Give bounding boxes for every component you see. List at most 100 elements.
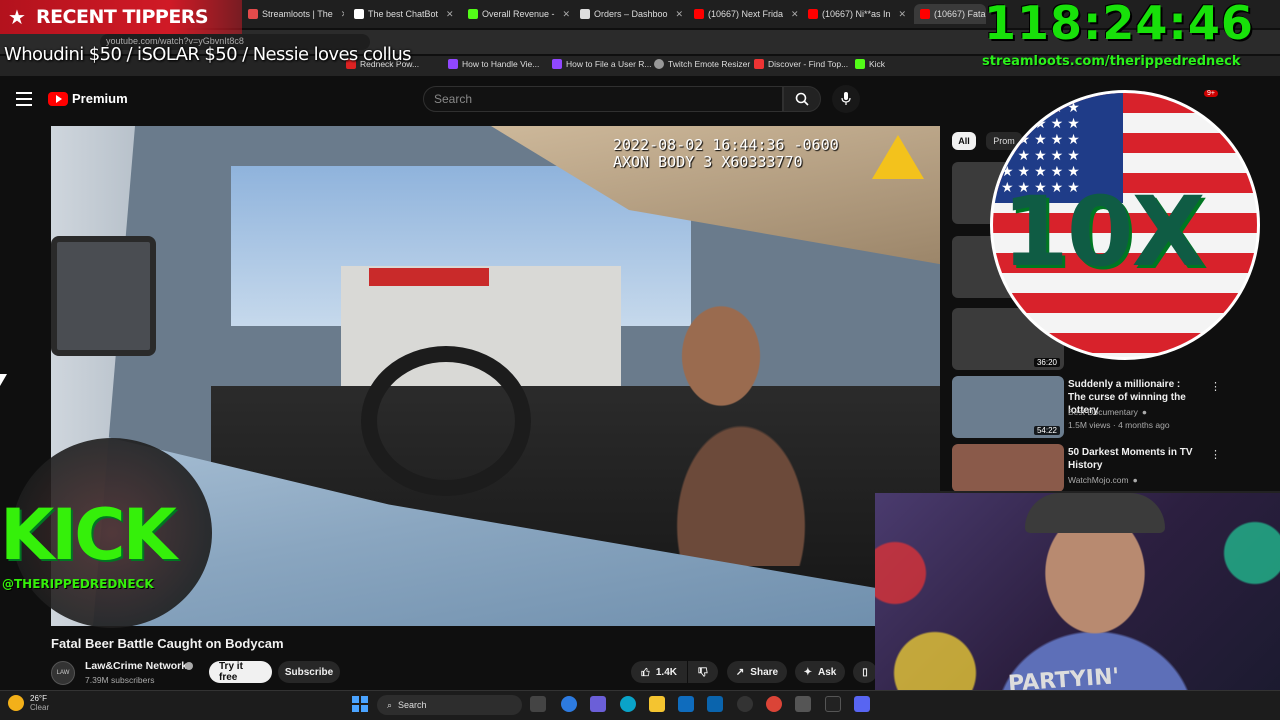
like-count: 1.4K [655, 666, 677, 678]
app-icon[interactable] [795, 696, 811, 712]
recommendation-channel[interactable]: Best Documentary ● [1068, 407, 1147, 417]
channel-label: Best Documentary [1068, 407, 1138, 417]
browser-tab[interactable]: The best ChatBot ✕ [348, 4, 458, 24]
kick-icon [468, 9, 478, 19]
youtube-premium-logo[interactable]: Premium [48, 91, 128, 106]
weather-condition: Clear [30, 703, 50, 712]
outlook-icon[interactable] [707, 696, 723, 712]
channel-name[interactable]: Law&Crime Network [85, 660, 187, 672]
notification-count: 9+ [1204, 90, 1218, 97]
microphone-icon [841, 92, 851, 105]
search-icon [795, 92, 809, 106]
temperature: 26°F [30, 694, 47, 703]
discover-icon [754, 59, 764, 69]
sparkle-icon: ✦ [803, 666, 813, 678]
streamloots-url: streamloots.com/therippedredneck [982, 54, 1241, 69]
bookmark-item[interactable]: Kick [855, 59, 885, 69]
globe-icon [654, 59, 664, 69]
browser-tab[interactable]: (10667) Ni**as In ✕ [802, 4, 912, 24]
task-view-icon[interactable] [530, 696, 546, 712]
tab-label: (10667) Fatal Bee [934, 9, 986, 19]
bookmark-item[interactable]: Discover - Find Top... [754, 59, 848, 69]
windows-start-icon[interactable] [352, 696, 368, 712]
close-tab-icon[interactable]: ✕ [676, 9, 684, 20]
mouse-cursor-icon [0, 374, 7, 386]
close-tab-icon[interactable]: ✕ [341, 9, 344, 20]
device-line: AXON BODY 3 X60333770 [613, 153, 803, 171]
youtube-icon [920, 9, 930, 19]
browser-tab[interactable]: Streamloots | The ✕ [242, 4, 344, 24]
recommendation-channel[interactable]: WatchMojo.com ● [1068, 475, 1138, 485]
more-options-icon[interactable]: ⋮ [1210, 380, 1221, 393]
close-tab-icon[interactable]: ✕ [563, 9, 570, 20]
tab-label: The best ChatBot [368, 9, 439, 19]
streamloots-icon [248, 9, 258, 19]
bookmark-item[interactable]: How to Handle Vie... [448, 59, 539, 69]
bookmark-label: How to File a User R... [566, 59, 652, 69]
chrome-icon[interactable] [766, 696, 782, 712]
more-options-icon[interactable]: ⋮ [1210, 448, 1221, 461]
chip-all[interactable]: All [952, 132, 976, 150]
search-button[interactable] [783, 86, 821, 112]
tab-label: Streamloots | The [262, 9, 333, 19]
search-input[interactable]: Search [423, 86, 783, 112]
tab-label: Overall Revenue - [482, 9, 555, 19]
channel-avatar[interactable]: LAW CRIME [51, 661, 75, 698]
verified-icon: ● [1141, 407, 1148, 417]
ask-button[interactable]: ✦ Ask [795, 661, 845, 683]
bookmark-item[interactable]: How to File a User R... [552, 59, 652, 69]
close-tab-icon[interactable]: ✕ [791, 9, 798, 20]
sun-icon [8, 695, 24, 711]
weather-widget[interactable]: 26°F Clear [8, 694, 49, 712]
copilot-icon[interactable] [561, 696, 577, 712]
webcam-feed: PARTYIN' [875, 491, 1280, 720]
verified-icon [185, 662, 193, 670]
kick-logo-text: KICK [0, 494, 177, 576]
close-tab-icon[interactable]: ✕ [446, 9, 454, 20]
store-icon[interactable] [678, 696, 694, 712]
youtube-play-icon [48, 91, 68, 106]
video-frame-steering-wheel [361, 346, 531, 496]
terminal-icon[interactable] [825, 696, 841, 712]
obs-icon[interactable] [737, 696, 753, 712]
dislike-button[interactable] [688, 661, 718, 683]
recommendation-thumbnail[interactable]: 54:22 [952, 376, 1064, 438]
edge-icon[interactable] [620, 696, 636, 712]
browser-tab[interactable]: Orders – Dashboo ✕ [574, 4, 684, 24]
taskbar-search[interactable]: ⌕ Search [377, 695, 522, 715]
axon-logo-icon [872, 135, 924, 179]
tab-label: Orders – Dashboo [594, 9, 668, 19]
video-title: Fatal Beer Battle Caught on Bodycam [51, 636, 284, 651]
voice-search-button[interactable] [832, 85, 860, 113]
file-explorer-icon[interactable] [649, 696, 665, 712]
thumbs-down-icon [698, 667, 708, 677]
recommendation-thumbnail[interactable] [952, 444, 1064, 492]
try-it-free-button[interactable]: Try it free [209, 661, 272, 683]
subscribe-button[interactable]: Subscribe [278, 661, 340, 683]
close-tab-icon[interactable]: ✕ [899, 9, 907, 20]
discord-icon[interactable] [854, 696, 870, 712]
save-button[interactable]: ▯ [853, 661, 877, 683]
browser-tab[interactable]: (10667) Next Frida ✕ [688, 4, 798, 24]
bookmark-label: Twitch Emote Resizer [668, 59, 751, 69]
recommendation-title[interactable]: 50 Darkest Moments in TV History [1068, 446, 1198, 472]
bookmark-label: How to Handle Vie... [462, 59, 540, 69]
recent-tippers-label: RECENT TIPPERS [35, 6, 209, 28]
browser-tab[interactable]: Overall Revenue - ✕ [462, 4, 570, 24]
star-icon: ★ [8, 6, 26, 29]
video-frame-sign [369, 268, 489, 286]
bodycam-timestamp: 2022-08-02 16:44:36 -0600 AXON BODY 3 X6… [613, 137, 839, 171]
youtube-icon [694, 9, 704, 19]
taskbar-search-label: Search [398, 700, 427, 710]
kick-icon [855, 59, 865, 69]
like-button[interactable]: 1.4K [631, 661, 687, 683]
teams-icon[interactable] [590, 696, 606, 712]
duration-badge: 54:22 [1033, 426, 1060, 435]
tab-label: (10667) Next Frida [708, 9, 784, 19]
browser-tab-active[interactable]: (10667) Fatal Bee [914, 4, 986, 24]
hamburger-menu-icon[interactable] [16, 92, 32, 106]
share-button[interactable]: ↗ Share [727, 661, 787, 683]
flag-10x-text: 10X [1002, 176, 1206, 288]
twitch-icon [552, 59, 562, 69]
bookmark-item[interactable]: Twitch Emote Resizer [654, 59, 750, 69]
